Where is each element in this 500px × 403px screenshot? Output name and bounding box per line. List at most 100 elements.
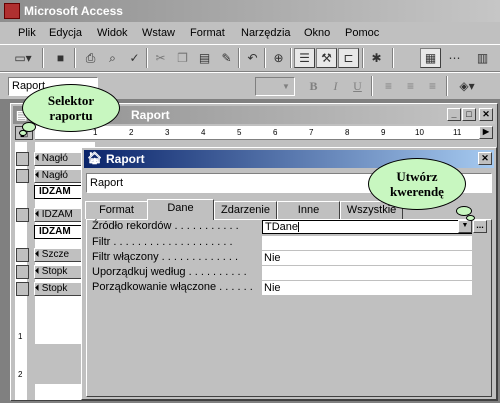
format-painter-icon[interactable]: ✎ (216, 48, 237, 68)
vruler-label: 1 (18, 332, 23, 341)
align-left-icon[interactable]: ≡ (378, 76, 399, 96)
print-preview-icon[interactable]: ⌕ (102, 48, 123, 68)
view-icon[interactable]: ▭▾ (8, 48, 38, 68)
ruler-label: 8 (345, 128, 350, 137)
chevron-down-icon[interactable]: ▼ (458, 220, 472, 233)
menu-bar: Plik Edycja Widok Wstaw Format Narzędzia… (0, 22, 500, 44)
sorting-grouping-icon[interactable]: ⊏ (338, 48, 359, 68)
ruler-label: 11 (453, 128, 462, 137)
property-value[interactable] (262, 236, 472, 250)
text-cursor (298, 222, 300, 233)
build-icon[interactable]: ⋯ (444, 48, 465, 68)
section-arrow-icon: 🞀 (35, 153, 39, 164)
insert-hyperlink-icon[interactable]: ⊕ (268, 48, 289, 68)
property-value[interactable]: Nie (262, 281, 472, 295)
section-selector[interactable] (16, 208, 29, 222)
database-window-icon[interactable]: ▥ (472, 48, 493, 68)
print-icon[interactable]: ⎙ (80, 48, 101, 68)
ruler-label: 7 (309, 128, 314, 137)
ruler-label: 6 (273, 128, 278, 137)
section-selector[interactable] (16, 169, 29, 183)
menu-narzedzia[interactable]: Narzędzia (241, 27, 291, 39)
property-row-filter-on: Filtr włączony . . . . . . . . . . . . .… (92, 251, 472, 265)
copy-icon[interactable]: ❐ (172, 48, 193, 68)
property-label: Porządkowanie włączone . . . . . . (92, 281, 253, 293)
menu-okno[interactable]: Okno (304, 27, 330, 39)
menu-wstaw[interactable]: Wstaw (142, 27, 175, 39)
callout-report-selector: Selektor raportu (22, 84, 120, 132)
property-value[interactable]: TDane (262, 220, 472, 234)
callout-tail (466, 215, 475, 221)
properties-icon[interactable]: ▦ (420, 48, 441, 68)
align-center-icon[interactable]: ≡ (400, 76, 421, 96)
tab-inne[interactable]: Inne (277, 201, 340, 219)
section-arrow-icon: 🞀 (35, 249, 39, 260)
app-title-bar: Microsoft Access (0, 0, 500, 22)
toolbox-icon[interactable]: ⚒ (316, 48, 337, 68)
group-header-field[interactable]: IDZAM (34, 225, 82, 239)
property-label: Uporządkuj według . . . . . . . . . . (92, 266, 247, 278)
section-label: Szcze (41, 249, 70, 260)
property-label: Źródło rekordów . . . . . . . . . . . (92, 220, 239, 232)
ruler-label: 5 (237, 128, 242, 137)
spelling-icon[interactable]: ✓ (124, 48, 145, 68)
section-group-header[interactable]: 🞀 IDZAM (34, 208, 82, 222)
tab-zdarzenie[interactable]: Zdarzenie (214, 201, 277, 219)
page-header-field[interactable]: IDZAM (34, 185, 82, 199)
minimize-button[interactable]: _ (447, 108, 461, 121)
report-window-title: Raport (131, 108, 170, 122)
tab-dane[interactable]: Dane (147, 199, 214, 220)
section-selector[interactable] (16, 282, 29, 296)
build-button[interactable]: ... (473, 220, 487, 233)
callout-text: Utwórz kwerendę (390, 169, 444, 199)
underline-button[interactable]: U (347, 76, 368, 96)
section-selector[interactable] (16, 265, 29, 279)
ruler-label: 9 (381, 128, 386, 137)
callout-build-query: Utwórz kwerendę (368, 158, 466, 210)
align-right-icon[interactable]: ≡ (422, 76, 443, 96)
section-arrow-icon: 🞀 (35, 170, 39, 181)
save-icon[interactable]: ■ (50, 48, 71, 68)
record-source-value: TDane (265, 221, 299, 233)
section-report-header[interactable]: 🞀 Nagłó (34, 152, 82, 166)
object-select-value: Raport (90, 177, 124, 189)
menu-pomoc[interactable]: Pomoc (345, 27, 379, 39)
properties-title: Raport (106, 152, 145, 166)
fill-color-icon[interactable]: ◈▾ (452, 76, 482, 96)
paste-icon[interactable]: ▤ (194, 48, 215, 68)
scroll-right-icon[interactable]: ▶ (479, 126, 493, 139)
section-selector[interactable] (16, 152, 29, 166)
maximize-button[interactable]: □ (462, 108, 476, 121)
close-button[interactable]: ✕ (479, 108, 493, 121)
cut-icon[interactable]: ✂ (150, 48, 171, 68)
menu-edycja[interactable]: Edycja (49, 27, 82, 39)
bold-button[interactable]: B (303, 76, 324, 96)
ruler-label: 10 (415, 128, 424, 137)
section-detail[interactable]: 🞀 Szcze (34, 248, 82, 262)
section-label: Stopk (41, 266, 68, 277)
app-icon (4, 3, 20, 19)
vruler-label: 2 (18, 370, 23, 379)
section-selector[interactable] (16, 248, 29, 262)
property-row-filter: Filtr . . . . . . . . . . . . . . . . . … (92, 236, 472, 250)
chevron-down-icon: ▼ (282, 82, 290, 91)
section-page-header[interactable]: 🞀 Nagłó (34, 169, 82, 183)
size-combo[interactable]: ▼ (255, 77, 295, 96)
section-page-footer[interactable]: 🞀 Stopk (34, 265, 82, 279)
undo-icon[interactable]: ↶ (242, 48, 263, 68)
property-label: Filtr włączony . . . . . . . . . . . . . (92, 251, 239, 263)
close-button[interactable]: ✕ (478, 152, 492, 165)
tab-format[interactable]: Format (85, 201, 148, 219)
property-value[interactable]: Nie (262, 251, 472, 265)
italic-button[interactable]: I (325, 76, 346, 96)
property-row-order-by-on: Porządkowanie włączone . . . . . . Nie (92, 281, 472, 295)
field-list-icon[interactable]: ☰ (294, 48, 315, 68)
ruler-label: 4 (201, 128, 206, 137)
callout-tail (19, 130, 27, 136)
menu-format[interactable]: Format (190, 27, 225, 39)
menu-widok[interactable]: Widok (97, 27, 128, 39)
menu-plik[interactable]: Plik (18, 27, 36, 39)
property-value[interactable] (262, 266, 472, 280)
section-report-footer[interactable]: 🞀 Stopk (34, 282, 82, 296)
autoformat-icon[interactable]: ✱ (366, 48, 387, 68)
